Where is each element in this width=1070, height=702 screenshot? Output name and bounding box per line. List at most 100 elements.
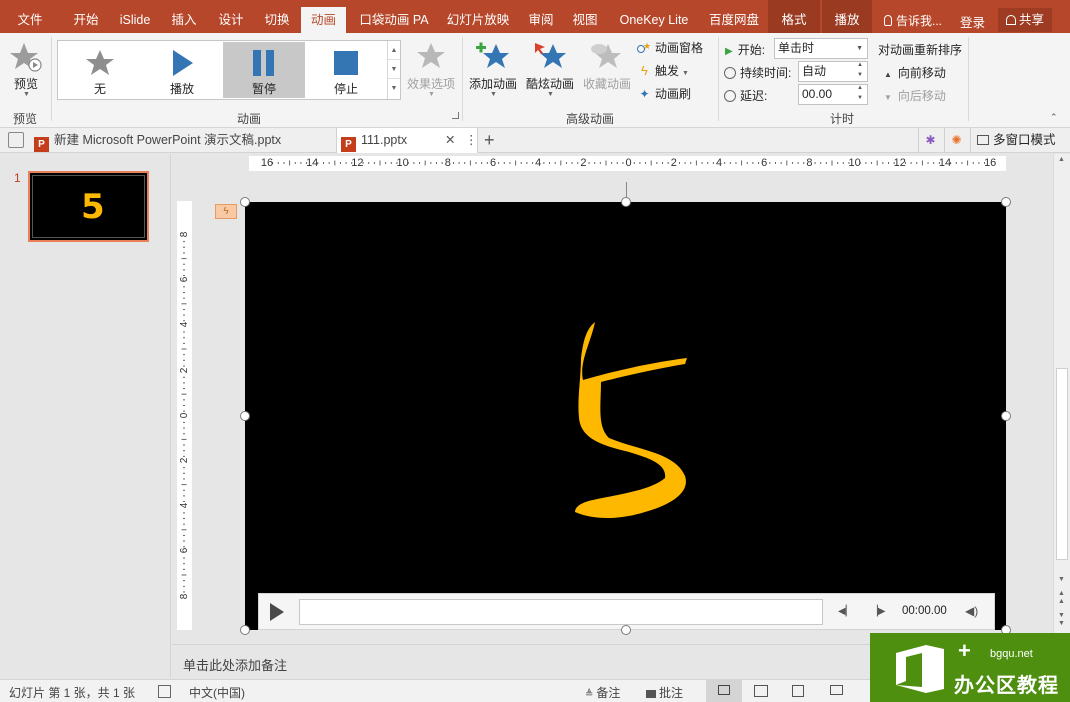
settings-gear-icon[interactable]: ✺ xyxy=(944,128,968,153)
animation-marker-icon[interactable]: ϟ xyxy=(215,204,237,219)
animation-none[interactable]: 无 xyxy=(59,42,141,98)
slide-canvas[interactable]: ◀▏ ▕▶ 00:00.00 ◀) xyxy=(245,202,1006,630)
move-earlier-button[interactable]: ▲ 向前移动 xyxy=(884,64,946,81)
media-progress-track[interactable] xyxy=(299,599,823,625)
tab-format[interactable]: 格式 xyxy=(768,0,820,33)
multi-window-button[interactable]: 多窗口模式 xyxy=(970,128,1056,153)
tab-playback[interactable]: 播放 xyxy=(822,0,872,33)
group-separator xyxy=(718,37,719,121)
animation-stop-label: 停止 xyxy=(333,82,358,96)
tab-animations[interactable]: 动画 xyxy=(301,7,346,33)
doc-tab-new-presentation[interactable]: P 新建 Microsoft PowerPoint 演示文稿.pptx xyxy=(34,128,281,153)
handwritten-five-glyph[interactable] xyxy=(245,202,1006,630)
previous-slide-icon[interactable]: ▲ ▲ xyxy=(1058,590,1065,606)
animation-pane-icon: ★ xyxy=(637,41,652,55)
doc-tab-111[interactable]: P 111.pptx ✕ ⋮ xyxy=(336,128,478,153)
effect-options-button[interactable]: 效果选项 ▼ xyxy=(405,39,457,105)
skip-forward-icon[interactable]: ▕▶ xyxy=(870,606,885,617)
notes-placeholder: 单击此处添加备注 xyxy=(183,658,288,673)
brush-icon: ✦ xyxy=(639,87,650,101)
tab-review[interactable]: 审阅 xyxy=(520,0,562,33)
start-label-text: 开始: xyxy=(737,43,766,57)
resize-handle[interactable] xyxy=(1001,197,1011,207)
move-later-button[interactable]: ▼ 向后移动 xyxy=(884,87,946,104)
ruler-tick-label: 10 xyxy=(396,157,409,169)
tab-file[interactable]: 文件 xyxy=(9,0,51,33)
file-menu-icon[interactable] xyxy=(8,132,24,148)
scrollbar-thumb[interactable] xyxy=(1056,368,1068,560)
add-tab-icon[interactable]: + xyxy=(484,129,495,151)
collect-animation-button[interactable]: 收藏动画 xyxy=(580,39,634,105)
language-indicator[interactable]: 中文(中国) xyxy=(189,684,245,701)
close-icon[interactable]: ✕ xyxy=(445,128,455,153)
tab-insert[interactable]: 插入 xyxy=(162,0,206,33)
resize-handle[interactable] xyxy=(1001,411,1011,421)
volume-icon[interactable]: ◀) xyxy=(965,604,978,618)
resize-handle[interactable] xyxy=(240,197,250,207)
gallery-up-icon[interactable]: ▲ xyxy=(388,41,400,60)
collect-animation-label: 收藏动画 xyxy=(582,77,631,91)
slide-thumbnail[interactable]: 5 xyxy=(28,171,149,242)
tab-islide[interactable]: iSlide xyxy=(112,0,158,33)
login-link[interactable]: 登录 xyxy=(960,12,985,31)
tab-onekey-lite[interactable]: OneKey Lite xyxy=(609,0,699,33)
chevron-down-icon: ▼ xyxy=(23,91,30,98)
spinner-icon[interactable]: ▲ ▼ xyxy=(857,83,863,103)
watermark-logo: + bgqu.net 办公区教程 xyxy=(870,633,1070,702)
animation-stop[interactable]: 停止 xyxy=(305,42,387,98)
animation-pane-button[interactable]: ★ 动画窗格 xyxy=(637,39,703,56)
trigger-label: 触发 xyxy=(655,64,680,78)
cool-animation-icon xyxy=(535,43,566,68)
trigger-button[interactable]: ϟ 触发 ▼ xyxy=(637,62,689,79)
gallery-scroller[interactable]: ▲ ▼ ▼ xyxy=(387,41,400,99)
scroll-down-icon[interactable]: ▼ xyxy=(1058,576,1065,583)
spinner-icon[interactable]: ▲ ▼ xyxy=(857,60,863,80)
slide-sorter-icon[interactable] xyxy=(754,685,768,697)
preview-label: 预览 xyxy=(13,77,38,91)
resize-handle[interactable] xyxy=(621,625,631,635)
animation-painter-button[interactable]: ✦ 动画刷 xyxy=(637,85,691,102)
reading-view-icon[interactable] xyxy=(792,685,804,697)
gallery-more-icon[interactable]: ▼ xyxy=(388,79,400,98)
tell-me-box[interactable]: 告诉我... xyxy=(884,12,942,29)
tab-pocket-animation[interactable]: 口袋动画 PA xyxy=(352,0,436,33)
animation-pause[interactable]: 暂停 xyxy=(223,42,305,98)
collapse-ribbon-icon[interactable]: ⌃ xyxy=(1050,112,1058,123)
powerpoint-file-icon: P xyxy=(34,137,49,152)
tab-home[interactable]: 开始 xyxy=(64,0,108,33)
scroll-up-icon[interactable]: ▲ xyxy=(1058,156,1065,163)
resize-handle[interactable] xyxy=(621,197,631,207)
tab-slideshow[interactable]: 幻灯片放映 xyxy=(440,0,516,33)
duration-input[interactable]: 自动 ▲ ▼ xyxy=(798,61,868,82)
share-button[interactable]: 共享 xyxy=(997,8,1052,32)
play-icon[interactable] xyxy=(270,603,284,621)
more-icon[interactable]: ⋮ xyxy=(465,128,478,153)
preview-star-icon xyxy=(10,43,42,72)
add-animation-button[interactable]: 添加动画 ▼ xyxy=(466,39,520,105)
gallery-down-icon[interactable]: ▼ xyxy=(388,60,400,79)
tab-view[interactable]: 视图 xyxy=(564,0,606,33)
comments-toggle[interactable]: 批注 xyxy=(646,684,683,701)
preview-button[interactable]: 预览 ▼ xyxy=(6,39,46,105)
resize-handle[interactable] xyxy=(240,411,250,421)
normal-view-button[interactable] xyxy=(706,680,742,702)
delay-input[interactable]: 00.00 ▲ ▼ xyxy=(798,84,868,105)
vertical-scrollbar[interactable]: ▲ ▼ ▲ ▲ ▼ ▼ xyxy=(1053,154,1070,644)
magic-wand-icon[interactable]: ✱ xyxy=(918,128,942,153)
ruler-tick-label: 16 xyxy=(260,157,274,169)
notes-toggle[interactable]: ≜ 备注 xyxy=(585,684,620,701)
tab-design[interactable]: 设计 xyxy=(208,0,254,33)
skip-back-icon[interactable]: ◀▏ xyxy=(838,606,853,617)
spellcheck-icon[interactable] xyxy=(158,685,171,698)
next-slide-icon[interactable]: ▼ ▼ xyxy=(1058,612,1065,628)
move-later-label: 向后移动 xyxy=(897,89,946,103)
tab-baidu-netdisk[interactable]: 百度网盘 xyxy=(702,0,766,33)
start-select[interactable]: 单击时 ▼ xyxy=(774,38,868,59)
resize-handle[interactable] xyxy=(240,625,250,635)
slideshow-view-icon[interactable] xyxy=(830,685,843,695)
dialog-launcher-icon[interactable] xyxy=(452,112,459,119)
cool-animation-button[interactable]: 酷炫动画 ▼ xyxy=(523,39,577,105)
tab-transitions[interactable]: 切换 xyxy=(255,0,299,33)
animation-play[interactable]: 播放 xyxy=(141,42,223,98)
plus-icon: + xyxy=(958,638,971,663)
